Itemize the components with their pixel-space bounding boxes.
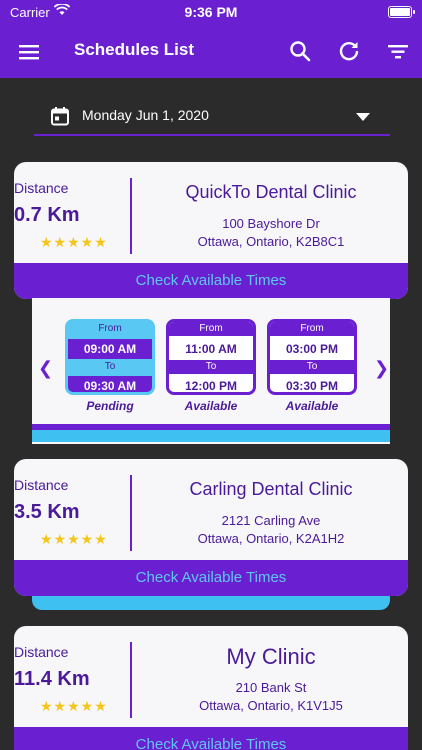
address-line1: 100 Bayshore Dr [222,216,320,231]
from-label: From [68,322,152,336]
battery-icon [388,6,415,18]
app-bar: Schedules List [0,26,422,78]
selected-date: Monday Jun 1, 2020 [82,107,209,123]
chevron-down-icon[interactable] [356,113,370,121]
chevron-left-icon[interactable]: ❮ [38,358,53,379]
to-time: 09:30 AM [68,376,152,392]
status-bar: Carrier 9:36 PM [0,0,422,26]
slot-status: Pending [86,399,134,413]
panel-accent [32,430,390,442]
clock: 9:36 PM [184,4,238,20]
distance-value: 11.4 Km [14,668,90,690]
distance-value: 3.5 Km [14,501,80,523]
available-times-panel: ❮ From 09:00 AM To 09:30 AM Pending From… [32,298,390,444]
time-slot[interactable]: From 09:00 AM To 09:30 AM [65,319,155,395]
address-line1: 2121 Carling Ave [221,513,321,528]
clinic-card[interactable]: Distance 0.7 Km ★★★★★ QuickTo Dental Cli… [14,162,408,299]
distance-value: 0.7 Km [14,204,80,226]
divider [130,178,132,254]
slot-status: Available [184,399,238,413]
address-line2: Ottawa, Ontario, K1V1J5 [199,698,343,713]
date-selector[interactable]: Monday Jun 1, 2020 [34,98,390,136]
from-time: 09:00 AM [68,339,152,359]
to-time: 12:00 PM [184,379,238,393]
time-slot[interactable]: From 11:00 AM To 12:00 PM [166,319,256,395]
from-time: 11:00 AM [185,342,237,356]
clinic-card[interactable]: Distance 11.4 Km ★★★★★ My Clinic 210 Ban… [14,626,408,750]
address-line2: Ottawa, Ontario, K2B8C1 [197,234,345,249]
menu-icon[interactable] [16,39,42,65]
rating-stars: ★★★★★ [40,698,108,714]
clinic-card[interactable]: Distance 3.5 Km ★★★★★ Carling Dental Cli… [14,459,408,596]
rating-stars: ★★★★★ [40,234,108,250]
check-available-times-button[interactable]: Check Available Times [14,560,408,596]
refresh-icon[interactable] [336,38,362,64]
filter-icon[interactable] [385,38,411,64]
time-slot[interactable]: From 03:00 PM To 03:30 PM [267,319,357,395]
clinic-name: Carling Dental Clinic [189,479,353,499]
to-time: 03:30 PM [285,379,339,393]
calendar-icon [50,106,70,126]
divider [130,642,132,718]
from-label: From [270,322,354,336]
to-label: To [270,360,354,374]
from-time: 03:00 PM [285,342,339,356]
check-available-times-button[interactable]: Check Available Times [14,727,408,750]
distance-label: Distance [14,180,69,196]
address-line1: 210 Bank St [235,680,307,695]
clinic-name: My Clinic [226,644,316,669]
address-line2: Ottawa, Ontario, K2A1H2 [197,531,345,546]
clinic-name: QuickTo Dental Clinic [185,182,357,202]
check-available-times-button[interactable]: Check Available Times [14,263,408,299]
divider [130,475,132,551]
search-icon[interactable] [287,38,313,64]
page-title: Schedules List [74,40,194,59]
to-label: To [169,360,253,374]
distance-label: Distance [14,644,69,660]
chevron-right-icon[interactable]: ❯ [374,358,389,379]
slot-status: Available [285,399,339,413]
to-label: To [68,360,152,374]
rating-stars: ★★★★★ [40,531,108,547]
from-label: From [169,322,253,336]
distance-label: Distance [14,477,69,493]
